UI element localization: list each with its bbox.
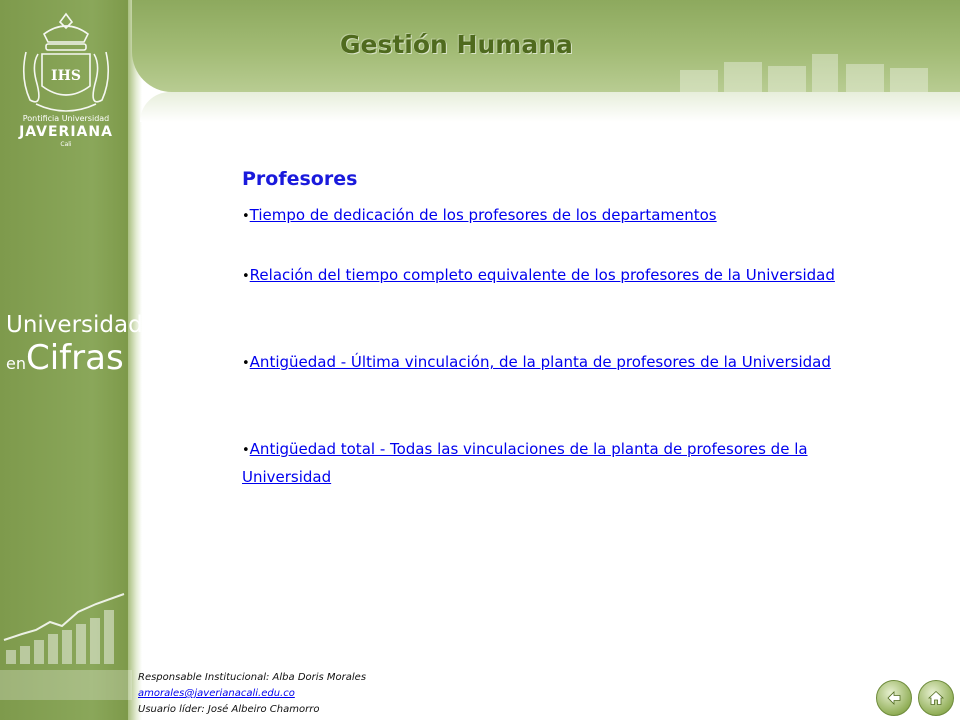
link-tiempo-completo-equivalente[interactable]: Relación del tiempo completo equivalente… <box>250 266 835 284</box>
footer: Responsable Institucional: Alba Doris Mo… <box>138 670 366 718</box>
logo-line-2: JAVERIANA <box>19 124 113 140</box>
page-title: Gestión Humana <box>340 30 573 59</box>
section-title: Profesores <box>242 168 358 190</box>
bullet: • <box>242 356 250 371</box>
back-arrow-icon <box>887 691 901 705</box>
list-item: •Antigüedad total - Todas las vinculacio… <box>242 436 852 490</box>
banner-bar <box>846 64 884 92</box>
footer-responsible: Responsable Institucional: Alba Doris Mo… <box>138 672 367 683</box>
back-button[interactable] <box>876 680 912 716</box>
link-tiempo-dedicacion[interactable]: Tiempo de dedicación de los profesores d… <box>250 206 717 224</box>
brand-line-1: Universidad <box>6 312 143 338</box>
logo-line-1: Pontificia Universidad <box>22 114 110 123</box>
bullet: • <box>242 269 250 284</box>
brand-universidad-en-cifras: Universidad enCifras <box>6 312 143 378</box>
home-button[interactable] <box>918 680 954 716</box>
bullet: • <box>242 443 250 458</box>
footer-leader: Usuario líder: José Albeiro Chamorro <box>138 704 320 715</box>
banner-bar <box>812 54 838 92</box>
banner-bar <box>768 66 806 92</box>
brand-line-2b: Cifras <box>25 338 124 378</box>
banner-bar <box>890 68 928 92</box>
banner-bar <box>724 62 762 92</box>
banner-fade <box>140 92 960 122</box>
link-antiguedad-ultima[interactable]: Antigüedad - Última vinculación, de la p… <box>250 353 831 371</box>
list-item: •Antigüedad - Última vinculación, de la … <box>242 349 852 377</box>
banner-bar <box>680 70 718 92</box>
logo-initials: IHS <box>51 68 81 84</box>
home-icon <box>927 690 945 705</box>
brand-line-2a: en <box>6 354 26 373</box>
link-antiguedad-total[interactable]: Antigüedad total - Todas las vinculacion… <box>242 440 808 486</box>
list-item: •Tiempo de dedicación de los profesores … <box>242 202 852 230</box>
footer-email-link[interactable]: amorales@javerianacali.edu.co <box>138 688 295 699</box>
bullet: • <box>242 209 250 224</box>
growth-chart-icon <box>0 593 132 700</box>
logo-line-3: Cali <box>60 141 72 148</box>
list-item: •Relación del tiempo completo equivalent… <box>242 262 852 290</box>
